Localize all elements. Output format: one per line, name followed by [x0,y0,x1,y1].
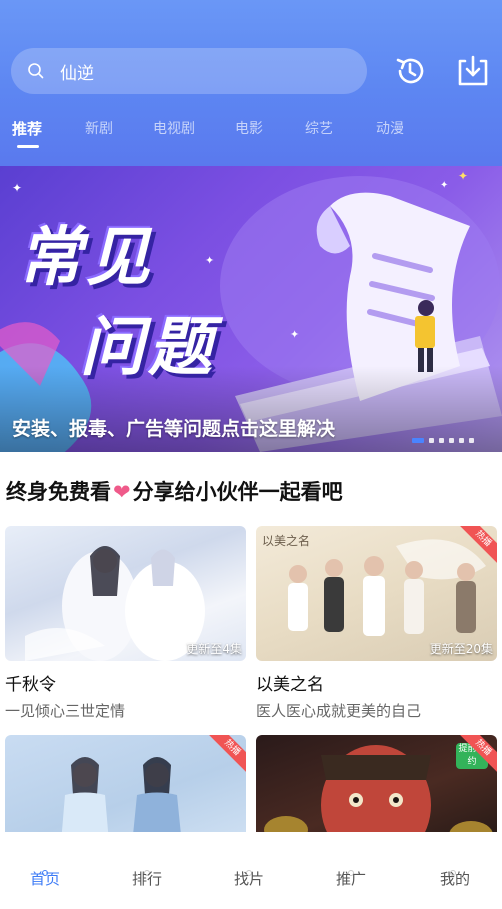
nav-discover[interactable]: 找片 [219,868,279,889]
history-icon [396,58,424,84]
video-description: 医人医心成就更美的自己 [256,702,422,720]
nav-profile[interactable]: 我的 [425,868,485,889]
nav-promote[interactable]: 推广 [321,868,381,889]
banner-title-line2: 问题 [80,311,216,385]
carousel-dot[interactable] [412,438,424,443]
video-thumbnail[interactable]: 以美之名 热播 更新至20集 [256,526,497,661]
promo-text-part1: 终身免费看 [6,480,111,504]
carousel-dot[interactable] [469,438,474,443]
header: 仙逆 推荐 新剧 电视剧 电影 综艺 动漫 [0,0,502,166]
download-icon [458,55,488,86]
svg-text:✦: ✦ [440,180,448,191]
video-title[interactable]: 千秋令 [5,670,246,695]
carousel-dot[interactable] [429,438,434,443]
tab-movies[interactable]: 电影 [235,118,263,138]
carousel-dot[interactable] [459,438,464,443]
nav-home[interactable]: 首页 [15,868,75,889]
bottom-navigation: 首页 排行 找片 推广 我的 [0,832,502,909]
search-icon [28,63,44,79]
category-tabs: 推荐 新剧 电视剧 电影 综艺 动漫 [0,112,502,152]
banner-title-line1: 常见 [18,221,154,295]
carousel-indicator [412,438,474,443]
history-button[interactable] [392,53,428,89]
search-bar[interactable]: 仙逆 [11,48,367,94]
share-promo-heading: 终身免费看❤分享给小伙伴一起看吧 [6,476,343,506]
faq-banner[interactable]: ✦ ✦ ✦ ✦ ✦ 常见 问题 安装、报毒、广告等问题点击这里解决 [0,166,502,452]
app-screen: 仙逆 推荐 新剧 电视剧 电影 综艺 动漫 ✦ ✦ ✦ ✦ ✦ 常见 问题 安装… [0,0,502,909]
svg-text:✦: ✦ [290,328,299,341]
svg-text:✦: ✦ [205,254,214,267]
video-card[interactable]: 更新至4集 千秋令 一见倾心三世定情 [5,526,246,721]
episode-badge: 更新至20集 [429,642,493,656]
video-description: 一见倾心三世定情 [5,702,126,720]
promo-text-part2: 分享给小伙伴一起看吧 [132,480,343,504]
tab-variety[interactable]: 综艺 [305,118,333,138]
active-tab-indicator [17,145,39,148]
heart-icon: ❤ [113,480,131,504]
download-button[interactable] [455,53,491,89]
carousel-dot[interactable] [449,438,454,443]
tab-anime[interactable]: 动漫 [376,118,404,138]
tab-new-dramas[interactable]: 新剧 [85,118,113,138]
tab-recommended[interactable]: 推荐 [12,118,42,139]
video-thumbnail[interactable]: 更新至4集 [5,526,246,661]
poster-title-text: 以美之名 [262,534,311,548]
svg-text:✦: ✦ [458,169,468,183]
search-input[interactable]: 仙逆 [60,59,94,84]
nav-ranking[interactable]: 排行 [117,868,177,889]
video-card[interactable]: 以美之名 热播 更新至20集 以美之名 医人医心成就更美的自己 [256,526,497,721]
video-title[interactable]: 以美之名 [256,670,497,695]
episode-badge: 更新至4集 [186,642,242,656]
svg-text:✦: ✦ [12,181,22,195]
carousel-dot[interactable] [439,438,444,443]
tab-tv-series[interactable]: 电视剧 [153,118,195,138]
banner-caption: 安装、报毒、广告等问题点击这里解决 [12,418,336,440]
